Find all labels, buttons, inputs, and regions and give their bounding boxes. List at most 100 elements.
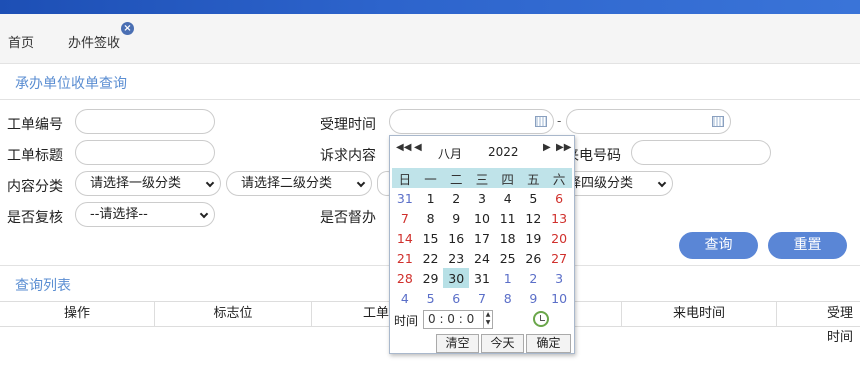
chevron-down-icon: [657, 178, 667, 188]
calendar-day[interactable]: 9: [443, 208, 469, 228]
today-button[interactable]: 今天: [481, 334, 524, 353]
col-header[interactable]: 标志位: [155, 302, 312, 326]
calendar-day[interactable]: 4: [392, 288, 418, 308]
accept-time-start-input[interactable]: [389, 109, 554, 134]
calendar-day[interactable]: 24: [469, 248, 495, 268]
calendar-day[interactable]: 2: [443, 188, 469, 208]
time-spinner-icon[interactable]: ▲ ▼: [483, 311, 492, 328]
recheck-value: --请选择--: [90, 207, 148, 222]
calendar-day[interactable]: 7: [392, 208, 418, 228]
weekday-header: 日: [392, 168, 418, 188]
prev-year-icon[interactable]: ◀◀: [396, 142, 411, 153]
calendar-year[interactable]: 2022: [488, 145, 519, 159]
time-value: 0 : 0 : 0: [428, 312, 475, 326]
calendar-day[interactable]: 29: [418, 268, 444, 288]
calendar-day[interactable]: 7: [469, 288, 495, 308]
calendar-day[interactable]: 9: [521, 288, 547, 308]
calendar-day[interactable]: 5: [418, 288, 444, 308]
next-year-icon[interactable]: ▶▶: [556, 142, 571, 153]
calendar-day[interactable]: 3: [546, 268, 572, 288]
top-banner: [0, 0, 860, 14]
calendar-day[interactable]: 27: [546, 248, 572, 268]
calendar-day[interactable]: 8: [495, 288, 521, 308]
calendar-day[interactable]: 10: [546, 288, 572, 308]
ticket-no-input[interactable]: [75, 109, 215, 134]
calendar-day[interactable]: 31: [469, 268, 495, 288]
calendar-day[interactable]: 11: [495, 208, 521, 228]
accept-time-label: 受理时间: [320, 117, 376, 133]
calendar-day[interactable]: 4: [495, 188, 521, 208]
calendar-day[interactable]: 3: [469, 188, 495, 208]
calendar-day[interactable]: 13: [546, 208, 572, 228]
category-level1-select[interactable]: 请选择一级分类: [75, 171, 221, 196]
calendar-icon[interactable]: [535, 116, 547, 127]
date-picker-popup: ◀◀ ◀ 八月 2022 ▶ ▶▶ 日 一 二 三 四 五 六 31 1 2 3…: [389, 135, 575, 354]
col-header[interactable]: 受理时间: [777, 302, 860, 345]
search-section-title: 承办单位收单查询: [15, 76, 127, 92]
prev-month-icon[interactable]: ◀: [414, 142, 422, 153]
clock-icon[interactable]: [533, 311, 549, 327]
calendar-day[interactable]: 22: [418, 248, 444, 268]
calendar-month[interactable]: 八月: [438, 145, 462, 162]
ok-button[interactable]: 确定: [526, 334, 571, 353]
calendar-day[interactable]: 25: [495, 248, 521, 268]
calendar-day[interactable]: 31: [392, 188, 418, 208]
date-picker-header: ◀◀ ◀ 八月 2022 ▶ ▶▶: [390, 136, 574, 166]
calendar-day[interactable]: 16: [443, 228, 469, 248]
calendar-day[interactable]: 14: [392, 228, 418, 248]
accept-time-end-input[interactable]: [566, 109, 731, 134]
calendar-day[interactable]: 5: [521, 188, 547, 208]
calendar-day[interactable]: 6: [546, 188, 572, 208]
ticket-title-label: 工单标题: [7, 148, 63, 164]
calendar-day[interactable]: 26: [521, 248, 547, 268]
calendar-day[interactable]: 2: [521, 268, 547, 288]
next-month-icon[interactable]: ▶: [543, 142, 551, 153]
weekday-header: 二: [443, 168, 470, 188]
reset-button[interactable]: 重置: [768, 232, 847, 259]
tab-bar: 首页 办件签收 ×: [0, 14, 860, 64]
calendar-day[interactable]: 8: [418, 208, 444, 228]
time-input[interactable]: 0 : 0 : 0 ▲ ▼: [423, 310, 493, 329]
list-section-title: 查询列表: [15, 278, 71, 294]
calendar-day[interactable]: 10: [469, 208, 495, 228]
calendar-grid: 日 一 二 三 四 五 六 31 1 2 3 4 5 6 7 8 9 10 11…: [392, 168, 572, 308]
col-header[interactable]: 来电时间: [622, 302, 777, 326]
weekday-header: 五: [520, 168, 547, 188]
calendar-day[interactable]: 18: [495, 228, 521, 248]
calendar-day[interactable]: 23: [443, 248, 469, 268]
chevron-down-icon: [199, 209, 209, 219]
calendar-icon[interactable]: [712, 116, 724, 127]
query-button[interactable]: 查询: [679, 232, 758, 259]
calendar-day[interactable]: 21: [392, 248, 418, 268]
col-header[interactable]: 操作: [0, 302, 155, 326]
category-level2-value: 请选择二级分类: [241, 176, 333, 191]
calendar-day[interactable]: 17: [469, 228, 495, 248]
time-label: 时间: [394, 314, 419, 328]
category-level1-value: 请选择一级分类: [90, 176, 182, 191]
calendar-day[interactable]: 28: [392, 268, 418, 288]
calendar-day[interactable]: 15: [418, 228, 444, 248]
tab-sign-in[interactable]: 办件签收: [68, 32, 120, 51]
ticket-title-input[interactable]: [75, 140, 215, 165]
calendar-day[interactable]: 1: [418, 188, 444, 208]
calendar-day[interactable]: 1: [495, 268, 521, 288]
request-content-label: 诉求内容: [320, 148, 376, 164]
weekday-header: 六: [546, 168, 572, 188]
weekday-header: 三: [469, 168, 495, 188]
calendar-day-selected[interactable]: 30: [443, 268, 470, 288]
recheck-select[interactable]: --请选择--: [75, 202, 215, 227]
chevron-down-icon: [356, 178, 366, 188]
clear-button[interactable]: 清空: [436, 334, 479, 353]
range-dash: -: [557, 114, 562, 128]
tab-home[interactable]: 首页: [8, 32, 34, 51]
ticket-no-label: 工单编号: [7, 117, 63, 133]
calendar-day[interactable]: 20: [546, 228, 572, 248]
supervise-label: 是否督办: [320, 210, 376, 226]
weekday-header: 四: [494, 168, 521, 188]
calendar-day[interactable]: 6: [443, 288, 469, 308]
calendar-day[interactable]: 12: [521, 208, 547, 228]
calendar-day[interactable]: 19: [521, 228, 547, 248]
tab-close-icon[interactable]: ×: [121, 22, 134, 35]
category-level2-select[interactable]: 请选择二级分类: [226, 171, 372, 196]
caller-no-input[interactable]: [631, 140, 771, 165]
